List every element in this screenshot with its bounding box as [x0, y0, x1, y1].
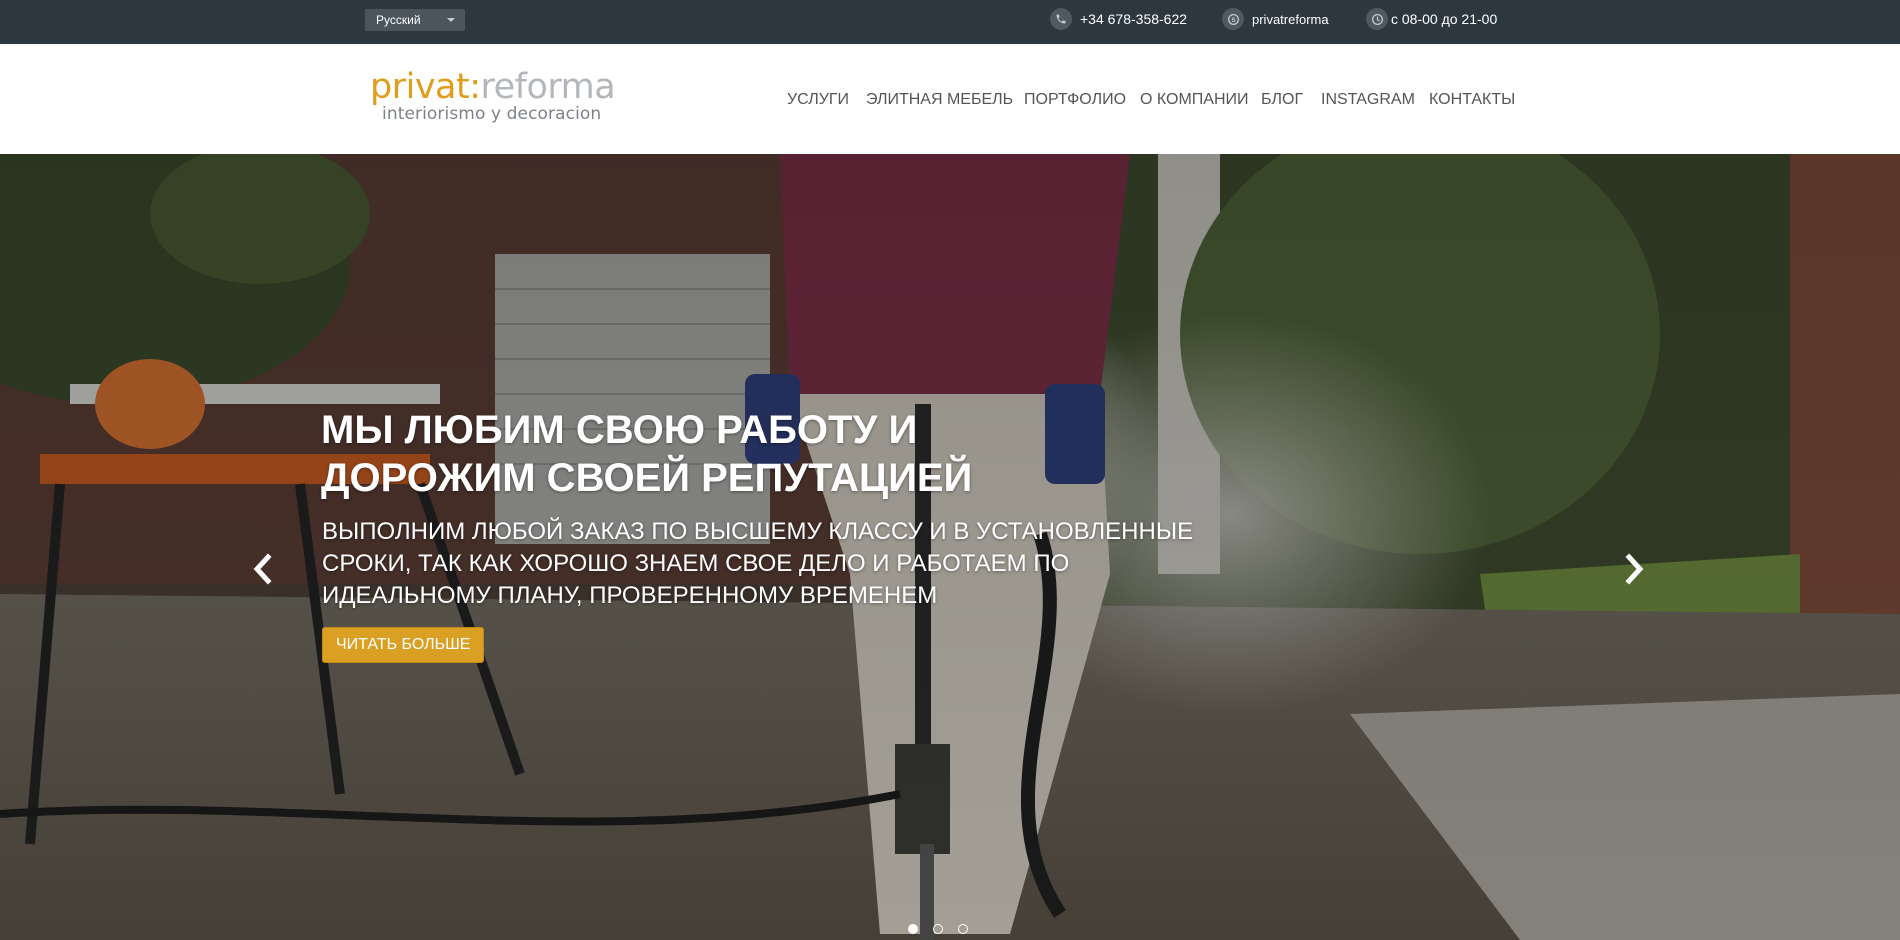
nav-item-about[interactable]: О КОМПАНИИ	[1140, 90, 1249, 110]
slider-prev-button[interactable]	[247, 549, 277, 589]
svg-text:S: S	[1231, 16, 1236, 23]
nav-item-elite-furniture[interactable]: ЭЛИТНАЯ МЕБЕЛЬ	[866, 90, 1013, 110]
site-header: privat:reforma interiorismo y decoracion…	[0, 44, 1900, 154]
hero-description: ВЫПОЛНИМ ЛЮБОЙ ЗАКАЗ ПО ВЫСШЕМУ КЛАССУ И…	[322, 518, 1194, 609]
nav-item-services[interactable]: УСЛУГИ	[787, 90, 849, 110]
slider-next-button[interactable]	[1620, 549, 1650, 589]
main-navigation: УСЛУГИ ЭЛИТНАЯ МЕБЕЛЬ ПОРТФОЛИО О КОМПАН…	[0, 44, 1900, 154]
phone-number: +34 678-358-622	[1080, 11, 1188, 27]
hero-title: МЫ ЛЮБИМ СВОЮ РАБОТУ И ДОРОЖИМ СВОЕЙ РЕП…	[321, 408, 973, 500]
phone-icon	[1050, 8, 1072, 30]
top-bar: Русский +34 678-358-622 S privatreforma …	[0, 0, 1900, 44]
nav-item-blog[interactable]: БЛОГ	[1261, 90, 1303, 110]
working-hours: с 08-00 до 21-00	[1366, 8, 1497, 30]
nav-item-portfolio[interactable]: ПОРТФОЛИО	[1024, 90, 1126, 110]
slider-pagination	[908, 924, 983, 934]
skype-contact[interactable]: S privatreforma	[1222, 8, 1329, 30]
clock-icon	[1366, 8, 1388, 30]
language-select-value: Русский	[376, 13, 421, 27]
language-select[interactable]: Русский	[365, 9, 465, 31]
nav-item-instagram[interactable]: INSTAGRAM	[1321, 90, 1415, 110]
chevron-right-icon	[1625, 553, 1644, 585]
slider-dot-3[interactable]	[958, 924, 968, 934]
hero-slider: МЫ ЛЮБИМ СВОЮ РАБОТУ И ДОРОЖИМ СВОЕЙ РЕП…	[0, 154, 1900, 940]
slider-dot-2[interactable]	[933, 924, 943, 934]
read-more-button[interactable]: ЧИТАТЬ БОЛЬШЕ	[322, 627, 485, 663]
chevron-down-icon	[447, 18, 455, 22]
skype-name: privatreforma	[1252, 11, 1329, 27]
nav-item-contacts[interactable]: КОНТАКТЫ	[1429, 90, 1515, 110]
phone-contact[interactable]: +34 678-358-622	[1050, 8, 1187, 30]
chevron-left-icon	[253, 553, 272, 585]
slider-dot-1[interactable]	[908, 924, 918, 934]
working-hours-text: с 08-00 до 21-00	[1391, 11, 1498, 27]
skype-icon: S	[1222, 8, 1244, 30]
